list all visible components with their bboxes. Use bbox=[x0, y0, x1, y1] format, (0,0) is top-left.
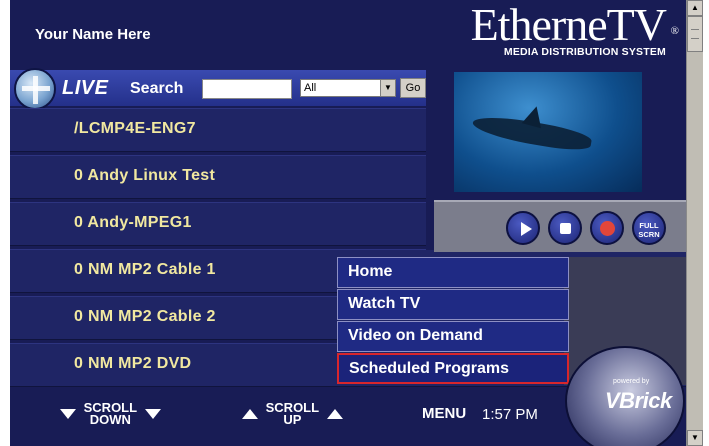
scroll-down-arrow-icon[interactable]: ▼ bbox=[687, 430, 703, 446]
channel-name[interactable]: 0 NM MP2 Cable 2 bbox=[74, 308, 216, 326]
clock: 1:57 PM bbox=[482, 406, 538, 423]
vbrick-label: VBrick bbox=[605, 388, 672, 413]
arrow-up-icon bbox=[326, 409, 343, 419]
menu-item-video-on-demand[interactable]: Video on Demand bbox=[337, 321, 569, 352]
go-button[interactable]: Go bbox=[400, 78, 426, 98]
full-screen-button[interactable]: FULL SCRN bbox=[632, 211, 666, 245]
live-search-bar: LIVE Search All ▼ Go bbox=[10, 68, 430, 110]
scrollbar-thumb[interactable] bbox=[687, 16, 703, 52]
scroll-up-label-2: UP bbox=[283, 412, 302, 427]
menu-item-home[interactable]: Home bbox=[337, 257, 569, 288]
full-screen-label-2: SCRN bbox=[638, 230, 660, 239]
channel-name[interactable]: 0 NM MP2 DVD bbox=[74, 355, 191, 373]
search-input[interactable] bbox=[202, 79, 292, 99]
header: Your Name Here EtherneTV ® MEDIA DISTRIBU… bbox=[10, 0, 686, 64]
channel-name[interactable]: 0 Andy-MPEG1 bbox=[74, 214, 192, 232]
brand-title-tv: TV bbox=[606, 0, 667, 50]
vertical-scrollbar[interactable]: ▲ ▼ bbox=[686, 0, 703, 446]
scroll-up-button[interactable]: SCROLL UP bbox=[242, 401, 343, 427]
video-panel: FULL SCRN bbox=[426, 64, 686, 252]
category-select[interactable]: All ▼ bbox=[300, 79, 396, 97]
chevron-down-icon[interactable]: ▼ bbox=[380, 80, 395, 96]
channel-name[interactable]: 0 NM MP2 Cable 1 bbox=[74, 261, 216, 279]
ethernetv-logo: EtherneTV ® MEDIA DISTRIBUTION SYSTEM bbox=[446, 0, 679, 62]
menu-item-scheduled-programs[interactable]: Scheduled Programs bbox=[337, 353, 569, 384]
registered-mark: ® bbox=[670, 25, 679, 37]
search-label: Search bbox=[130, 80, 184, 97]
arrow-down-icon bbox=[60, 409, 76, 419]
powered-by-label: powered by bbox=[613, 378, 650, 385]
arrow-down-icon bbox=[144, 409, 161, 419]
live-label: LIVE bbox=[62, 77, 109, 99]
ethernetv-app: Your Name Here EtherneTV ® MEDIA DISTRIBU… bbox=[10, 0, 686, 446]
menu-item-watch-tv[interactable]: Watch TV bbox=[337, 289, 569, 320]
video-preview[interactable] bbox=[454, 72, 642, 192]
channel-name[interactable]: /LCMP4E-ENG7 bbox=[74, 120, 196, 138]
playback-controls: FULL SCRN bbox=[434, 200, 686, 252]
full-screen-label-1: FULL bbox=[639, 221, 659, 230]
play-button[interactable] bbox=[506, 211, 540, 245]
globe-icon bbox=[14, 68, 56, 110]
brand-title: EtherneTV ® bbox=[446, 0, 679, 50]
brand-title-main: Etherne bbox=[470, 0, 608, 50]
category-select-value: All bbox=[304, 82, 317, 94]
user-name: Your Name Here bbox=[35, 26, 151, 43]
stop-button[interactable] bbox=[548, 211, 582, 245]
scroll-up-arrow-icon[interactable]: ▲ bbox=[687, 0, 703, 16]
vbrick-logo: powered by VBrick bbox=[565, 346, 685, 446]
channel-name[interactable]: 0 Andy Linux Test bbox=[74, 167, 215, 185]
menu-button[interactable]: MENU bbox=[422, 405, 466, 422]
arrow-up-icon bbox=[242, 409, 258, 419]
scroll-down-button[interactable]: SCROLL DOWN bbox=[60, 401, 161, 427]
record-button[interactable] bbox=[590, 211, 624, 245]
scroll-down-label-2: DOWN bbox=[89, 412, 131, 427]
